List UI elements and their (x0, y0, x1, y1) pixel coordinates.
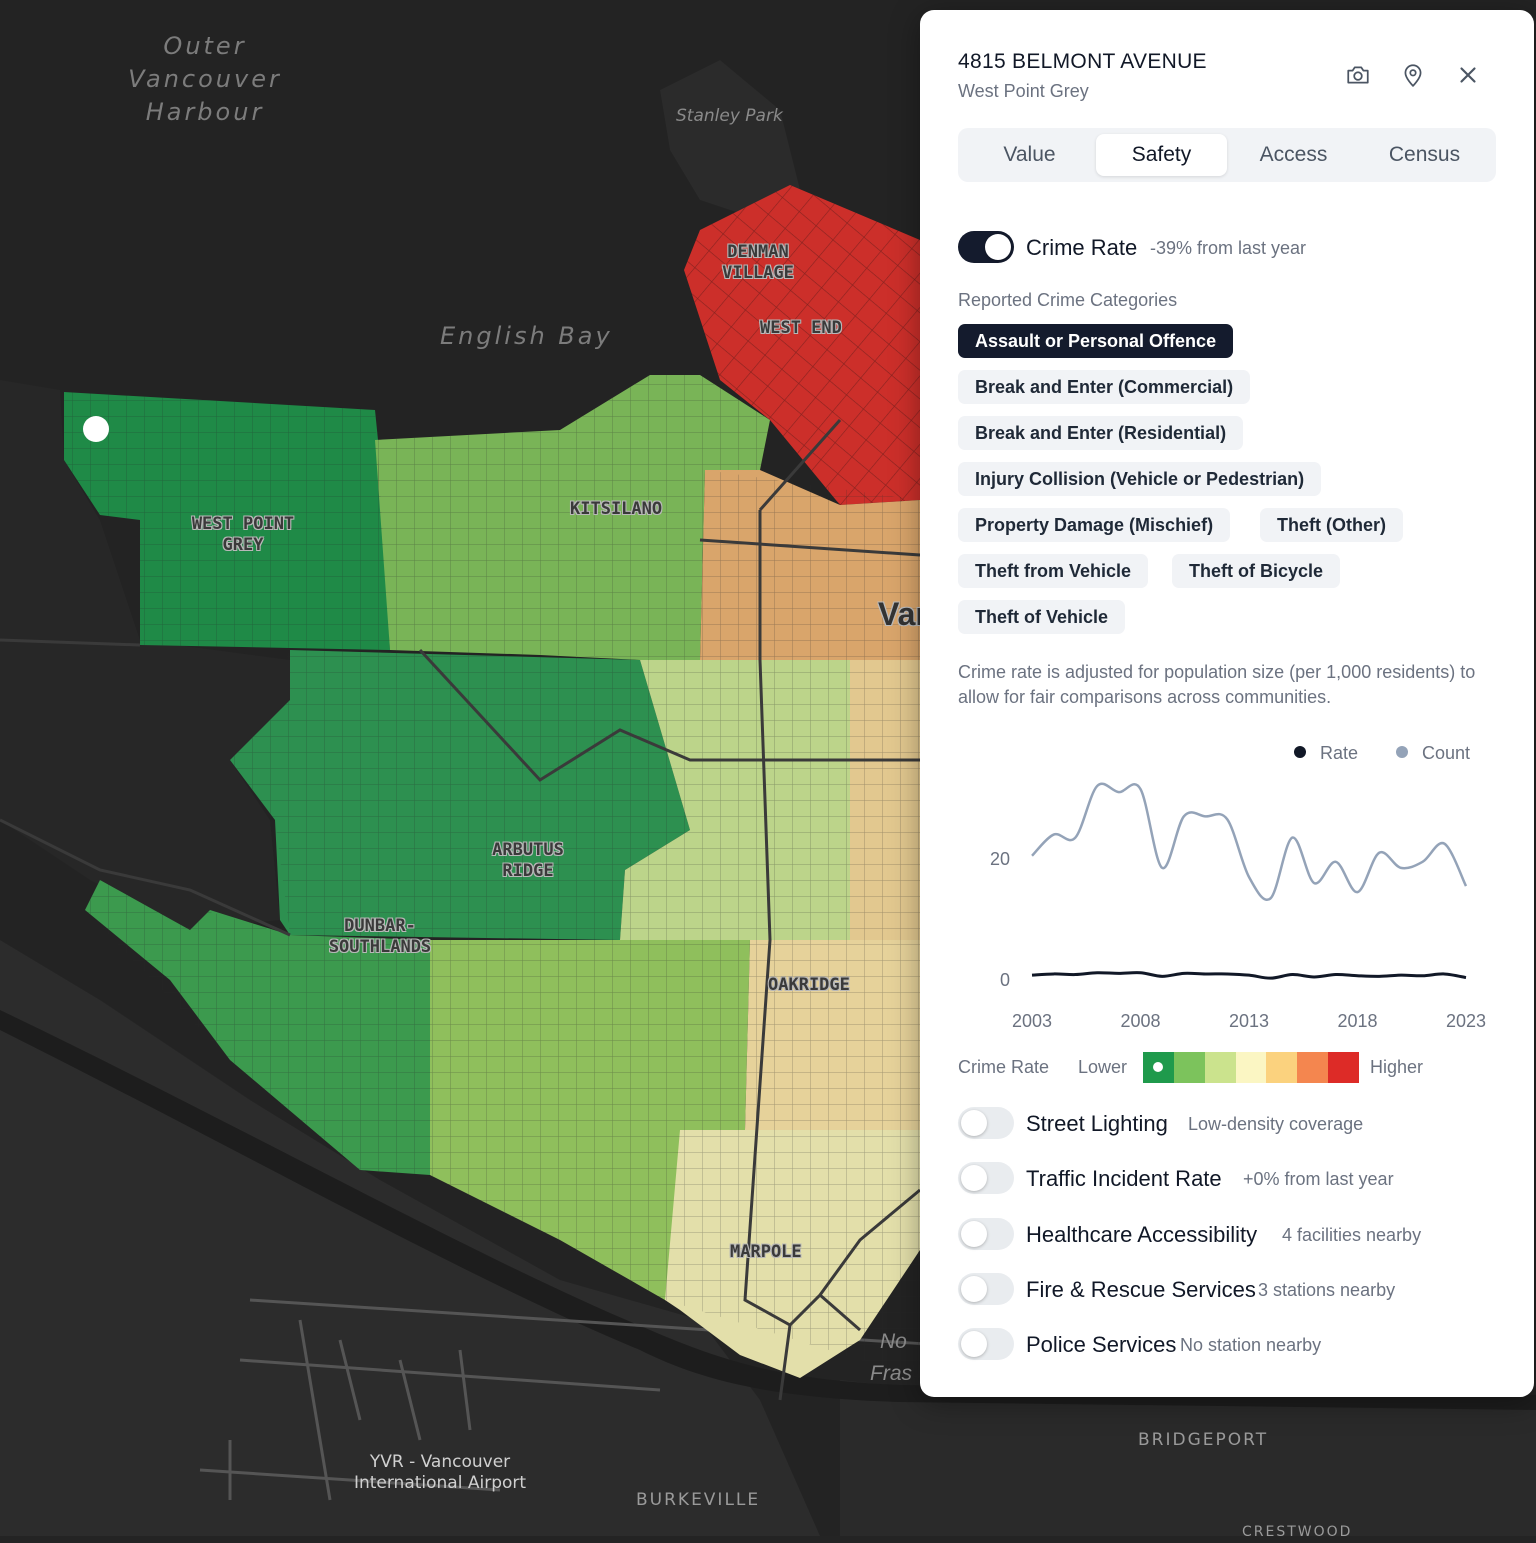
toggle-knob (961, 1165, 987, 1192)
property-marker[interactable] (83, 416, 109, 442)
layer-name: Police Services (1026, 1332, 1177, 1358)
current-level-marker (1153, 1062, 1163, 1072)
chip-break-enter-commercial[interactable]: Break and Enter (Commercial) (958, 370, 1251, 404)
x-tick-label: 2013 (1229, 1011, 1269, 1031)
property-address: 4815 BELMONT AVENUE (958, 50, 1207, 73)
layer-toggle[interactable] (958, 1328, 1014, 1361)
legend-rate-swatch (1294, 746, 1306, 759)
toggle-knob (961, 1220, 987, 1247)
x-tick-label: 2023 (1446, 1011, 1486, 1031)
area-label-crestwood: CRESTWOOD (1242, 1524, 1353, 1540)
layer-note: 3 stations nearby (1258, 1279, 1396, 1300)
crime-rate-label: Crime Rate (1026, 235, 1138, 260)
legend-rate-label: Rate (1320, 743, 1359, 763)
scale-swatch (1235, 1052, 1267, 1083)
hood-label-arbutus-ridge: ARBUTUS RIDGE (492, 840, 564, 881)
crime-rate-note: Crime rate is adjusted for population si… (958, 662, 1476, 707)
hood-label-west-end: WEST END (760, 318, 842, 338)
toggle-knob (961, 1331, 987, 1358)
x-tick-label: 2008 (1120, 1011, 1160, 1031)
layer-toggle[interactable] (958, 1107, 1014, 1139)
tab-census[interactable]: Census (1359, 134, 1490, 176)
layer-note: Low-density coverage (1188, 1114, 1364, 1134)
layer-name: Street Lighting (1026, 1111, 1168, 1136)
tab-safety[interactable]: Safety (1096, 134, 1227, 176)
layer-note: No station nearby (1180, 1335, 1322, 1356)
crime-rate-change: -39% from last year (1150, 238, 1307, 258)
chip-theft-of-vehicle[interactable]: Theft of Vehicle (958, 600, 1126, 634)
park-label-stanley-park: Stanley Park (676, 106, 783, 126)
scale-lower: Lower (1078, 1057, 1128, 1077)
legend-rate[interactable]: Rate (1294, 743, 1358, 764)
y-tick-label: 0 (1000, 970, 1010, 990)
area-label-yvr: YVR - Vancouver International Airport (353, 1452, 527, 1493)
chip-theft-of-bicycle[interactable]: Theft of Bicycle (1172, 554, 1341, 588)
legend-count-swatch (1396, 746, 1408, 759)
area-label-bridgeport: BRIDGEPORT (1138, 1430, 1269, 1450)
location-pin-icon[interactable] (1400, 62, 1426, 88)
close-icon[interactable] (1455, 62, 1481, 88)
tab-bar: Value Safety Access Census (958, 128, 1496, 182)
area-label-partial-north: No (880, 1330, 907, 1353)
layer-name: Healthcare Accessibility (1026, 1221, 1258, 1247)
scale-title: Crime Rate (958, 1057, 1050, 1077)
legend-count-label: Count (1422, 743, 1471, 763)
chip-property-damage[interactable]: Property Damage (Mischief) (958, 508, 1231, 542)
x-tick-label: 2003 (1012, 1011, 1052, 1031)
scale-swatch (1328, 1052, 1360, 1083)
tab-access[interactable]: Access (1228, 134, 1359, 176)
x-tick-label: 2018 (1337, 1011, 1377, 1031)
series-line-rate (1031, 971, 1467, 980)
crime-trend-chart: 0 20 2003 2008 2013 2018 2023 (990, 782, 1486, 1031)
hood-label-dunbar-southlands: DUNBAR-SOUTHLANDS (328, 916, 432, 957)
toggle-knob (961, 1110, 987, 1136)
area-label-partial-fraser: Fras (870, 1362, 912, 1385)
scale-swatch (1173, 1052, 1205, 1083)
crime-rate-color-scale (1143, 1052, 1360, 1083)
y-tick-label: 20 (990, 849, 1010, 869)
chip-theft-from-vehicle[interactable]: Theft from Vehicle (958, 554, 1149, 588)
chip-injury-collision[interactable]: Injury Collision (Vehicle or Pedestrian) (958, 462, 1322, 496)
chip-assault[interactable]: Assault or Personal Offence (958, 324, 1234, 358)
hood-label-kitsilano: KITSILANO (570, 499, 663, 519)
camera-icon[interactable] (1345, 62, 1371, 88)
scale-higher: Higher (1370, 1057, 1424, 1077)
chip-break-enter-residential[interactable]: Break and Enter (Residential) (958, 416, 1244, 450)
water-label-outer-harbour: Outer Vancouver Harbour (128, 32, 282, 126)
crime-categories-heading: Reported Crime Categories (958, 290, 1178, 310)
legend-count[interactable]: Count (1396, 743, 1470, 764)
scale-swatch (1143, 1052, 1174, 1083)
layer-name: Fire & Rescue Services (1026, 1276, 1256, 1302)
hood-label-marpole: MARPOLE (730, 1242, 802, 1262)
chip-theft-other[interactable]: Theft (Other) (1260, 508, 1403, 542)
scale-swatch (1204, 1052, 1236, 1083)
property-neighbourhood: West Point Grey (958, 81, 1089, 101)
layer-note: +0% from last year (1243, 1169, 1394, 1190)
layer-toggle[interactable] (958, 1217, 1014, 1250)
scale-swatch (1297, 1052, 1329, 1083)
series-line-count (1031, 782, 1468, 901)
water-label-english-bay: English Bay (440, 322, 613, 350)
layer-toggle[interactable] (958, 1272, 1014, 1305)
layer-note: 4 facilities nearby (1282, 1224, 1422, 1245)
layer-toggle[interactable] (958, 1162, 1014, 1195)
tab-value[interactable]: Value (964, 134, 1095, 176)
hood-label-west-point-grey: WEST POINT GREY (191, 514, 295, 555)
toggle-knob (961, 1275, 987, 1302)
layer-name: Traffic Incident Rate (1026, 1166, 1222, 1192)
property-detail-panel: 4815 BELMONT AVENUE West Point Grey Valu… (920, 10, 1534, 1397)
crime-rate-toggle[interactable] (958, 231, 1014, 263)
area-label-burkeville: BURKEVILLE (636, 1490, 761, 1510)
scale-swatch (1266, 1052, 1298, 1083)
hood-label-oakridge: OAKRIDGE (768, 975, 850, 995)
toggle-knob (985, 234, 1011, 260)
hood-label-denman-village: DENMAN VILLAGE (722, 242, 794, 283)
